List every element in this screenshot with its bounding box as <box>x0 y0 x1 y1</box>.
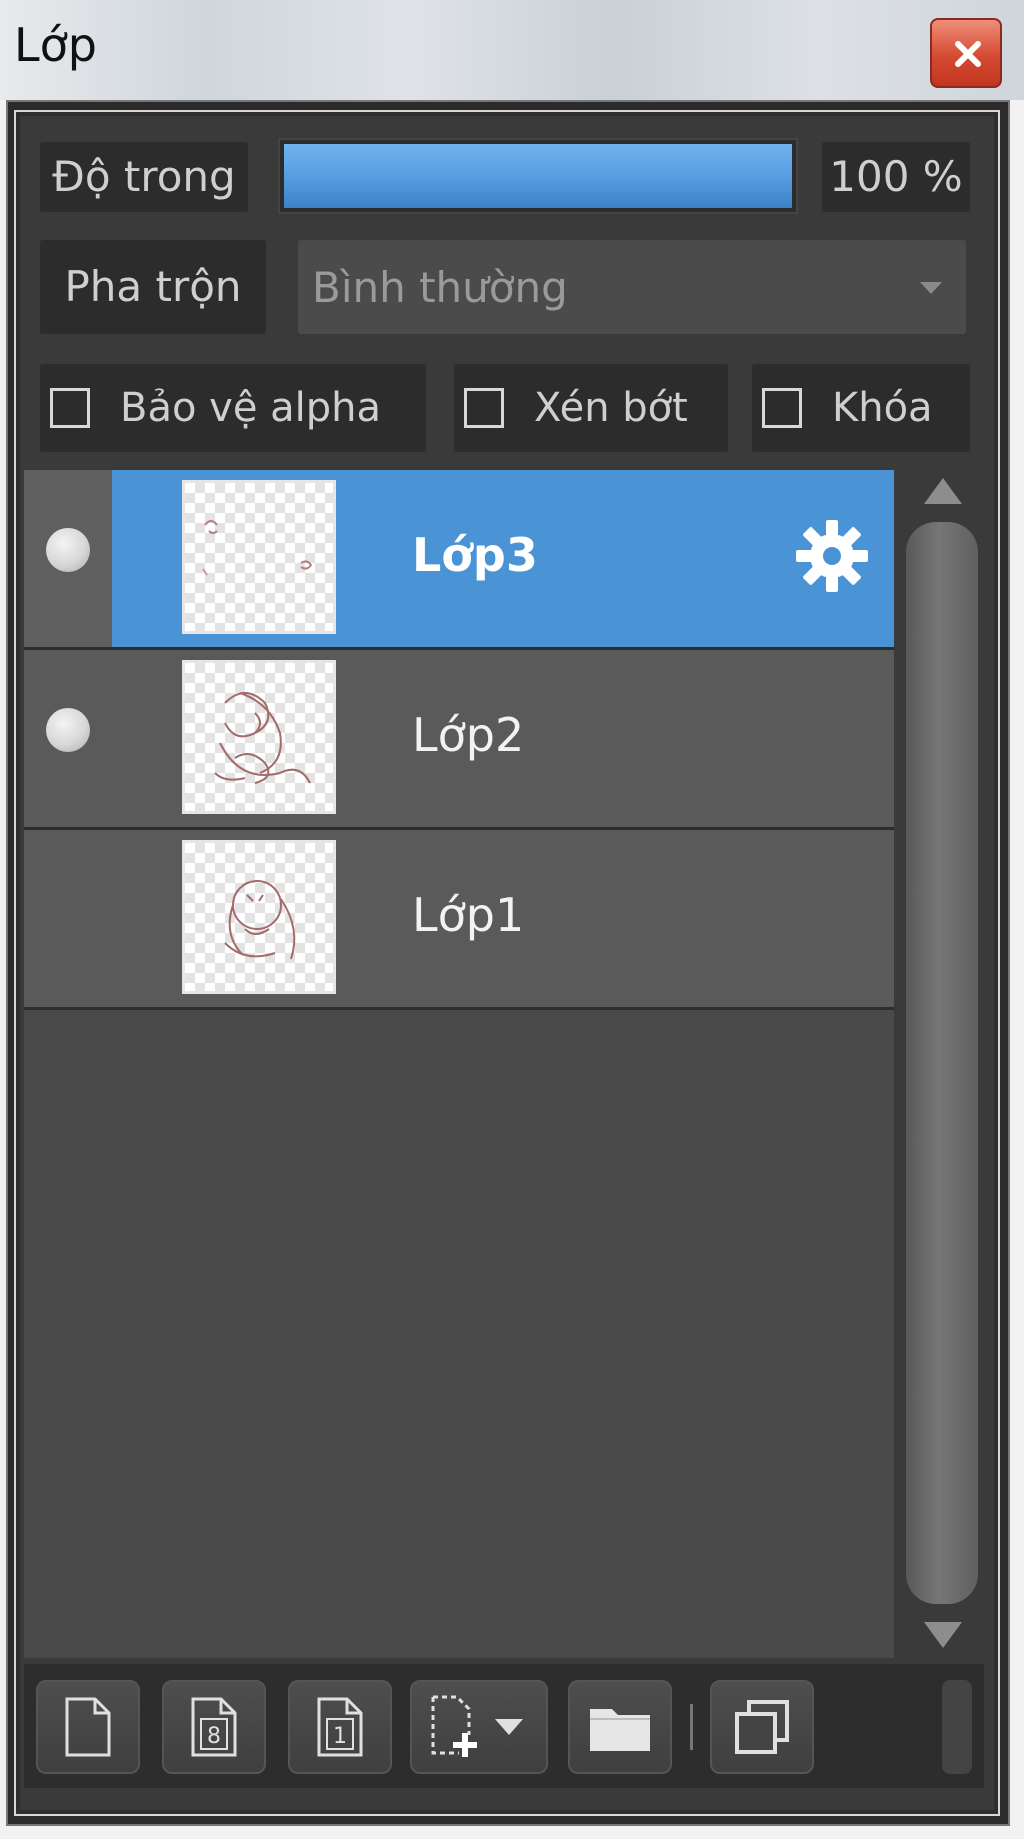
checkbox-square[interactable] <box>50 388 90 428</box>
blend-mode-value: Bình thường <box>312 262 568 312</box>
new-8bit-layer-button[interactable]: 8 <box>162 1680 266 1774</box>
button-glyph: 8 <box>207 1724 221 1749</box>
checkbox-square[interactable] <box>464 388 504 428</box>
layer-list-scrollbar[interactable] <box>902 470 984 1658</box>
button-glyph: 1 <box>333 1724 347 1749</box>
duplicate-layer-button[interactable] <box>710 1680 814 1774</box>
layer-thumbnail <box>182 840 336 994</box>
protect-alpha-label: Bảo vệ alpha <box>120 385 382 431</box>
layer-toolbar: 8 1 <box>24 1664 984 1788</box>
close-button[interactable] <box>930 18 1002 88</box>
blend-mode-label: Pha trộn <box>40 240 266 334</box>
new-folder-button[interactable] <box>568 1680 672 1774</box>
clipping-label: Xén bớt <box>534 385 688 431</box>
new-1bit-layer-icon: 1 <box>317 1697 363 1757</box>
layer-thumbnail <box>182 660 336 814</box>
opacity-label: Độ trong <box>40 142 248 212</box>
layer-row-2[interactable]: Lớp2 <box>24 650 894 830</box>
gear-icon[interactable] <box>794 518 870 594</box>
opacity-value: 100 % <box>822 142 970 212</box>
new-layer-icon <box>65 1697 111 1757</box>
scrollbar-thumb[interactable] <box>906 522 978 1604</box>
sketch-thumbnail-icon <box>202 520 313 576</box>
layer-row-1[interactable]: Lớp1 <box>24 830 894 1010</box>
clipping-checkbox[interactable]: Xén bớt <box>454 364 728 452</box>
opacity-slider-fill <box>284 144 792 208</box>
window-title: Lớp <box>14 18 97 72</box>
title-bar[interactable]: Lớp <box>0 0 1024 100</box>
toolbar-scrollbar[interactable] <box>942 1680 972 1774</box>
checkbox-square[interactable] <box>762 388 802 428</box>
layer-name: Lớp3 <box>412 528 538 582</box>
add-layer-dropdown-icon <box>431 1695 523 1757</box>
new-1bit-layer-button[interactable]: 1 <box>288 1680 392 1774</box>
toolbar-separator <box>690 1704 693 1750</box>
close-icon <box>955 41 981 67</box>
lock-label: Khóa <box>832 385 933 431</box>
new-8bit-layer-icon: 8 <box>191 1697 237 1757</box>
blend-mode-select[interactable]: Bình thường <box>298 240 966 334</box>
folder-icon <box>590 1709 650 1751</box>
layer-thumbnail <box>182 480 336 634</box>
add-layer-dropdown-button[interactable] <box>410 1680 548 1774</box>
chevron-down-icon <box>920 282 942 294</box>
opacity-slider[interactable] <box>278 138 798 214</box>
new-layer-button[interactable] <box>36 1680 140 1774</box>
lock-checkbox[interactable]: Khóa <box>752 364 970 452</box>
layer-row-3[interactable]: Lớp3 <box>24 470 894 650</box>
layer-name: Lớp1 <box>412 888 525 942</box>
visibility-toggle[interactable] <box>46 708 90 752</box>
protect-alpha-checkbox[interactable]: Bảo vệ alpha <box>40 364 426 452</box>
sketch-thumbnail-icon <box>224 880 296 960</box>
layer-name: Lớp2 <box>412 708 525 762</box>
scroll-up-icon[interactable] <box>922 476 964 506</box>
layer-list[interactable]: Lớp3 Lớp2 Lớp1 <box>24 470 894 1658</box>
duplicate-layer-icon <box>735 1700 789 1754</box>
visibility-toggle[interactable] <box>46 528 90 572</box>
sketch-thumbnail-icon <box>214 692 311 784</box>
scroll-down-icon[interactable] <box>922 1620 964 1650</box>
